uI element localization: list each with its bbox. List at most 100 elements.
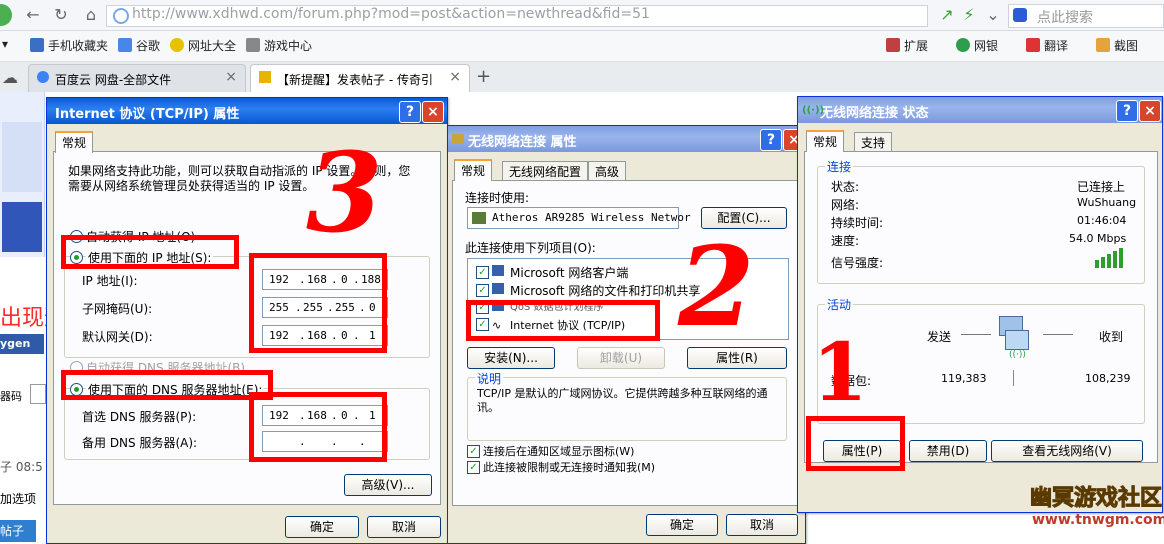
packets-divider <box>1013 370 1014 386</box>
tab-general[interactable]: 常规 <box>55 131 94 153</box>
star-icon <box>170 38 184 52</box>
ext-extensions[interactable]: 扩展 <box>886 37 928 54</box>
annotation-number-3: 3 <box>306 128 383 257</box>
tab-general[interactable]: 常规 <box>454 159 493 181</box>
ext-bank[interactable]: 网银 <box>956 37 998 54</box>
page-input[interactable] <box>30 384 46 404</box>
keygen-header: ygen <box>0 334 44 354</box>
address-bar-row: ← ↻ ⌂ http://www.xdhwd.com/forum.php?mod… <box>0 0 1164 31</box>
speed-value: 54.0 Mbps <box>1069 232 1127 245</box>
page-add-option[interactable]: 加选项 <box>0 490 36 507</box>
sent-label: 发送 <box>927 330 952 344</box>
item-checkbox[interactable]: ✓ <box>476 284 489 297</box>
bookmark-label: 网址大全 <box>188 39 237 53</box>
page-thumbnail <box>0 92 45 257</box>
status-title-bar[interactable]: 无线网络连接 状态 ((·)) ? × <box>798 97 1162 123</box>
description-text: TCP/IP 是默认的广域网协议。它提供跨越多种互联网络的通讯。 <box>477 387 768 414</box>
share-icon <box>492 283 504 294</box>
bookmark-google[interactable]: 谷歌 <box>118 37 160 54</box>
description-title: 说明 <box>475 370 504 387</box>
signal-label: 信号强度: <box>831 256 884 270</box>
tab-label: 百度云 网盘-全部文件 <box>55 73 172 87</box>
baidu-cloud-icon <box>37 71 49 83</box>
cancel-button[interactable]: 取消 <box>367 516 441 538</box>
help-button[interactable]: ? <box>760 129 782 151</box>
watermark-url: www.tnwgm.com <box>1032 512 1164 528</box>
cancel-button[interactable]: 取消 <box>726 514 798 536</box>
tab-support[interactable]: 支持 <box>854 132 893 153</box>
recv-label: 收到 <box>1099 330 1124 344</box>
items-label: 此连接使用下列项目(O): <box>465 241 596 255</box>
close-tab-icon[interactable]: × <box>449 69 461 85</box>
bookmark-label: 谷歌 <box>136 39 161 53</box>
advanced-button[interactable]: 高级(V)... <box>344 474 432 496</box>
status-label: 状态: <box>831 180 860 194</box>
ext-label: 翻译 <box>1044 39 1069 53</box>
share-icon[interactable]: ↗ <box>936 4 958 26</box>
dialog-title: 无线网络连接 状态 <box>820 106 929 121</box>
page-field-label: 器码 <box>0 390 22 403</box>
dropdown-icon[interactable]: ⌄ <box>982 4 1004 26</box>
bookmark-games[interactable]: 游戏中心 <box>246 37 312 54</box>
tab-general[interactable]: 常规 <box>806 130 845 152</box>
tab-wireless-config[interactable]: 无线网络配置 <box>502 161 589 182</box>
adapter-name: Atheros AR9285 Wireless Networ <box>492 211 691 224</box>
disable-button[interactable]: 禁用(D) <box>909 440 987 462</box>
lightning-icon[interactable]: ⚡ <box>958 4 980 26</box>
tab-label: 【新提醒】发表帖子 - 传奇引 <box>277 73 433 87</box>
translate-icon <box>1026 38 1040 52</box>
cloud-icon[interactable]: ☁ <box>2 68 18 87</box>
duration-label: 持续时间: <box>831 216 884 230</box>
item-checkbox[interactable]: ✓ <box>476 266 489 279</box>
ext-screenshot[interactable]: 截图 <box>1096 37 1138 54</box>
view-networks-button[interactable]: 查看无线网络(V) <box>991 440 1143 462</box>
list-item[interactable]: Microsoft 网络的文件和打印机共享 <box>510 282 700 299</box>
bookmark-mobile[interactable]: 手机收藏夹 <box>30 37 108 54</box>
close-button[interactable]: × <box>1139 100 1161 122</box>
back-icon[interactable]: ← <box>22 4 44 26</box>
recv-packets-value: 108,239 <box>1085 372 1131 385</box>
highlight-manual-ip <box>61 235 239 269</box>
post-button[interactable]: 帖子 <box>0 520 36 542</box>
annotation-number-1: 1 <box>812 325 868 419</box>
annotation-number-2: 2 <box>678 222 755 351</box>
show-icon-label: 连接后在通知区域显示图标(W) <box>483 445 635 458</box>
notify-label: 此连接被限制或无连接时通知我(M) <box>483 461 656 474</box>
search-box[interactable]: 点此搜索 <box>1008 4 1164 28</box>
connect-using-label: 连接时使用: <box>465 191 530 205</box>
help-button[interactable]: ? <box>1116 100 1138 122</box>
gateway-label: 默认网关(D): <box>82 330 153 344</box>
show-icon-checkbox[interactable]: ✓ <box>467 445 480 458</box>
close-button[interactable]: × <box>422 101 444 123</box>
dns1-label: 首选 DNS 服务器(P): <box>82 410 197 424</box>
ok-button[interactable]: 确定 <box>285 516 359 538</box>
tab-baidu-cloud[interactable]: 百度云 网盘-全部文件 × <box>28 64 246 92</box>
tab-new-post[interactable]: 【新提醒】发表帖子 - 传奇引 × <box>250 64 470 92</box>
bookmark-label: 手机收藏夹 <box>48 39 109 53</box>
new-tab-icon[interactable]: + <box>476 66 491 87</box>
close-tab-icon[interactable]: × <box>225 69 237 85</box>
connection-group-title: 连接 <box>825 158 854 175</box>
list-item[interactable]: Microsoft 网络客户端 <box>510 264 628 281</box>
conn-title-bar[interactable]: 无线网络连接 属性 ? × <box>448 126 805 152</box>
page-time: 子 08:5 <box>0 460 43 474</box>
uninstall-button: 卸载(U) <box>577 347 665 369</box>
help-button[interactable]: ? <box>399 101 421 123</box>
highlight-properties-button <box>806 416 905 471</box>
install-button[interactable]: 安装(N)... <box>467 347 555 369</box>
more-arrow-icon[interactable]: ▾ <box>2 37 8 51</box>
notify-checkbox[interactable]: ✓ <box>467 461 480 474</box>
recv-line <box>1043 334 1073 335</box>
dialog-title: Internet 协议 (TCP/IP) 属性 <box>55 107 240 122</box>
refresh-icon[interactable]: ↻ <box>50 4 72 26</box>
sent-line <box>961 334 991 335</box>
ok-button[interactable]: 确定 <box>646 514 718 536</box>
home-icon[interactable]: ⌂ <box>80 4 102 26</box>
ext-translate[interactable]: 翻译 <box>1026 37 1068 54</box>
tcpip-title-bar[interactable]: Internet 协议 (TCP/IP) 属性 ? × <box>47 98 447 124</box>
sent-packets-value: 119,383 <box>941 372 987 385</box>
tab-advanced[interactable]: 高级 <box>588 161 627 182</box>
client-icon <box>492 265 504 276</box>
bookmark-sites[interactable]: 网址大全 <box>170 37 236 54</box>
adapter-icon <box>472 212 486 224</box>
